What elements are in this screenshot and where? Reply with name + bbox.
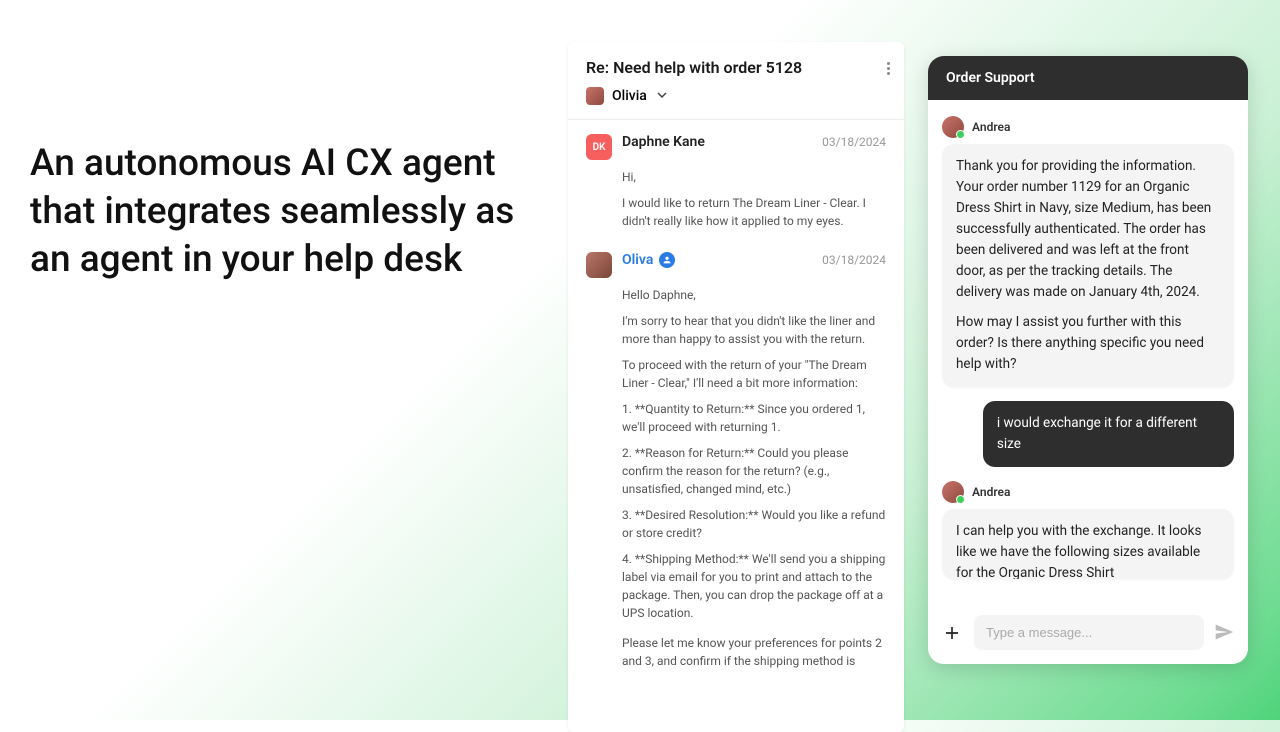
user-bubble: i would exchange it for a different size (983, 401, 1234, 467)
chat-sender-row: Andrea (942, 116, 1234, 138)
message-date: 03/18/2024 (822, 253, 886, 267)
email-thread-panel: Re: Need help with order 5128 Olivia DK … (568, 42, 904, 732)
agent-badge-icon (659, 252, 675, 268)
chat-sender-row: Andrea (942, 481, 1234, 503)
agent-bubble: I can help you with the exchange. It loo… (942, 509, 1234, 579)
chat-input-row (928, 605, 1248, 664)
chat-message: Andrea I can help you with the exchange.… (942, 481, 1234, 579)
email-message: DK Daphne Kane 03/18/2024 Hi, I would li… (586, 134, 886, 230)
sender-name: Oliva (622, 252, 675, 268)
kebab-menu-icon[interactable] (887, 60, 890, 77)
attach-button[interactable] (940, 621, 964, 645)
chat-widget: Order Support Andrea Thank you for provi… (928, 56, 1248, 664)
agent-name: Andrea (972, 120, 1010, 134)
sender-avatar: DK (586, 134, 612, 160)
message-text: Hello Daphne, I'm sorry to hear that you… (622, 286, 886, 670)
chat-header: Order Support (928, 56, 1248, 100)
message-date: 03/18/2024 (822, 135, 886, 149)
email-message: Oliva 03/18/2024 Hello Daphne, I'm sorry… (586, 252, 886, 670)
chevron-down-icon (657, 88, 667, 104)
send-icon[interactable] (1214, 622, 1236, 644)
chat-message: Andrea Thank you for providing the infor… (942, 116, 1234, 387)
sender-name: Daphne Kane (622, 134, 705, 150)
chat-body: Andrea Thank you for providing the infor… (928, 100, 1248, 605)
assignee-avatar (586, 87, 604, 105)
assignee-selector[interactable]: Olivia (586, 87, 886, 105)
agent-bubble: Thank you for providing the information.… (942, 144, 1234, 387)
marketing-headline: An autonomous AI CX agent that integrate… (30, 140, 550, 284)
chat-input[interactable] (974, 615, 1204, 650)
assignee-name: Olivia (612, 88, 647, 104)
email-body: DK Daphne Kane 03/18/2024 Hi, I would li… (568, 120, 904, 732)
email-header: Re: Need help with order 5128 Olivia (568, 42, 904, 120)
chat-message: i would exchange it for a different size (942, 401, 1234, 467)
email-subject: Re: Need help with order 5128 (586, 58, 886, 77)
agent-name: Andrea (972, 485, 1010, 499)
message-text: Hi, I would like to return The Dream Lin… (622, 168, 886, 230)
sender-avatar (586, 252, 612, 278)
agent-avatar (942, 116, 964, 138)
agent-avatar (942, 481, 964, 503)
